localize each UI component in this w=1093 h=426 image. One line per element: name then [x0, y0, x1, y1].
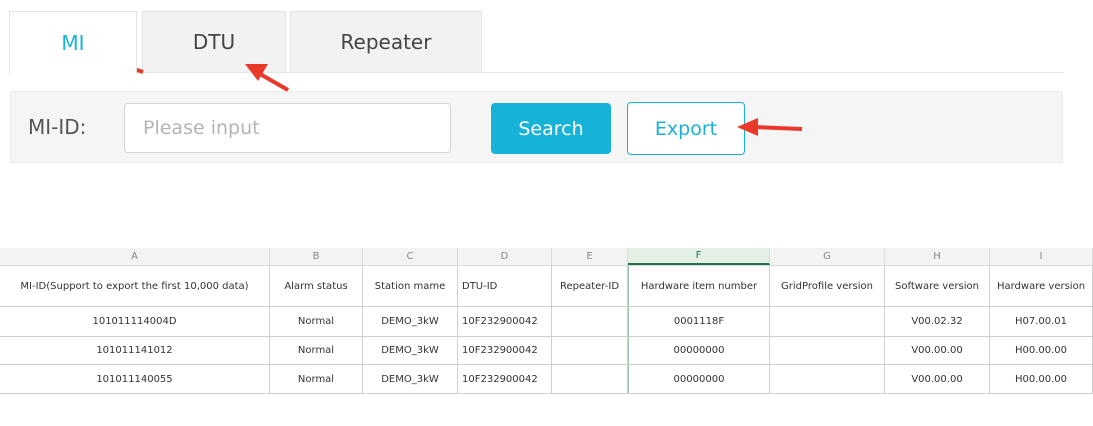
header-cell[interactable]: Hardware item number [628, 266, 770, 306]
table-cell[interactable]: DEMO_3kW [363, 337, 458, 364]
table-cell[interactable]: 10F232900042 [458, 307, 552, 336]
table-cell[interactable]: 00000000 [628, 337, 770, 364]
header-cell[interactable]: GridProfile version [770, 266, 885, 306]
table-cell[interactable]: 0001118F [628, 307, 770, 336]
column-letter-d[interactable]: D [458, 248, 552, 265]
header-cell[interactable]: Alarm status [270, 266, 363, 306]
arrow-to-dtu-tab-icon [245, 64, 289, 92]
table-cell[interactable]: Normal [270, 365, 363, 393]
table-cell[interactable]: H00.00.00 [990, 365, 1093, 393]
table-cell[interactable]: H00.00.00 [990, 337, 1093, 364]
table-cell[interactable]: 10F232900042 [458, 337, 552, 364]
table-cell[interactable]: Normal [270, 337, 363, 364]
table-cell[interactable]: DEMO_3kW [363, 365, 458, 393]
table-cell[interactable] [552, 365, 628, 393]
table-cell[interactable]: V00.00.00 [885, 365, 990, 393]
column-letter-f[interactable]: F [628, 248, 770, 265]
table-cell[interactable] [770, 337, 885, 364]
table-cell[interactable] [770, 365, 885, 393]
table-cell[interactable]: 101011114004D [0, 307, 270, 336]
table-cell[interactable]: 10F232900042 [458, 365, 552, 393]
export-spreadsheet: ABCDEFGHI MI-ID(Support to export the fi… [0, 248, 1093, 426]
column-letter-a[interactable]: A [0, 248, 270, 265]
table-cell[interactable]: V00.02.32 [885, 307, 990, 336]
header-cell[interactable]: Repeater-ID [552, 266, 628, 306]
header-cell[interactable]: DTU-ID [458, 266, 552, 306]
column-letter-i[interactable]: I [990, 248, 1093, 265]
column-letter-header: ABCDEFGHI [0, 248, 1093, 266]
table-cell[interactable]: Normal [270, 307, 363, 336]
table-cell[interactable]: 00000000 [628, 365, 770, 393]
table-cell[interactable]: DEMO_3kW [363, 307, 458, 336]
table-cell[interactable]: H07.00.01 [990, 307, 1093, 336]
column-letter-g[interactable]: G [770, 248, 885, 265]
header-cell[interactable]: Hardware version [990, 266, 1093, 306]
header-cell[interactable]: Software version [885, 266, 990, 306]
table-cell[interactable] [552, 337, 628, 364]
table-cell[interactable]: 101011141012 [0, 337, 270, 364]
table-cell[interactable]: 101011140055 [0, 365, 270, 393]
table-row: 101011141012 Normal DEMO_3kW 10F232900042 00… [0, 337, 1093, 365]
header-cell[interactable]: Station mame [363, 266, 458, 306]
table-cell[interactable]: V00.00.00 [885, 337, 990, 364]
header-cell[interactable]: MI-ID(Support to export the first 10,000… [0, 266, 270, 306]
column-letter-c[interactable]: C [363, 248, 458, 265]
table-row: 101011114004D Normal DEMO_3kW 10F232900042 0… [0, 307, 1093, 337]
table-row: 101011140055 Normal DEMO_3kW 10F232900042 00… [0, 365, 1093, 394]
column-letter-h[interactable]: H [885, 248, 990, 265]
column-letter-b[interactable]: B [270, 248, 363, 265]
column-letter-e[interactable]: E [552, 248, 628, 265]
arrow-to-export-button-icon [737, 118, 803, 136]
tab-mi[interactable]: MI [9, 11, 137, 74]
table-cell[interactable] [770, 307, 885, 336]
header-row: MI-ID(Support to export the first 10,000… [0, 266, 1093, 307]
table-cell[interactable] [552, 307, 628, 336]
